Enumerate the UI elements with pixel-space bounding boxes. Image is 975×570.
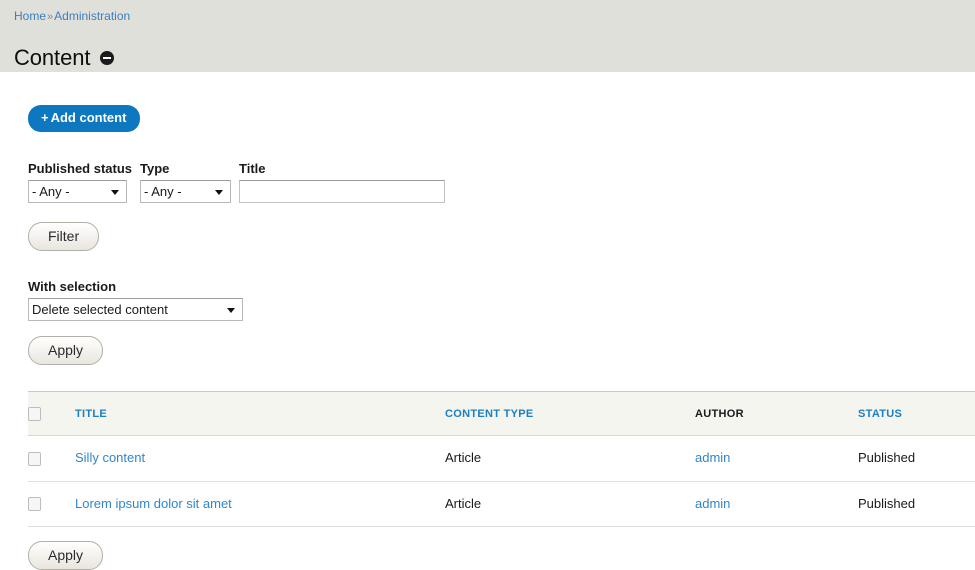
row-checkbox[interactable]: [28, 497, 41, 512]
select-all-header: [28, 391, 75, 436]
add-content-label: Add content: [50, 110, 127, 125]
content-title-link[interactable]: Lorem ipsum dolor sit amet: [75, 496, 232, 511]
page-title: Content: [14, 44, 91, 70]
breadcrumb: Home»Administration: [14, 9, 975, 24]
table-row: Lorem ipsum dolor sit amet Article admin…: [28, 481, 975, 528]
table-head: TITLE CONTENT TYPE AUTHOR STATUS: [28, 391, 975, 436]
breadcrumb-link-home[interactable]: Home: [14, 9, 46, 23]
author-link[interactable]: admin: [695, 450, 730, 465]
breadcrumb-link-administration[interactable]: Administration: [54, 9, 130, 23]
table-body: Silly content Article admin Published Lo…: [28, 435, 975, 528]
content-table: TITLE CONTENT TYPE AUTHOR STATUS Silly c…: [28, 391, 975, 528]
filter-button-row: Filter: [28, 203, 975, 251]
breadcrumb-separator: »: [47, 11, 54, 23]
bulk-action-select[interactable]: Delete selected content: [28, 298, 243, 321]
type-select[interactable]: - Any -: [140, 180, 232, 203]
page-header-band: Home»Administration Content: [0, 0, 975, 72]
filter-type: Type - Any -: [140, 161, 232, 203]
row-content-type-cell: Article: [445, 481, 695, 528]
filter-row: Published status - Any - Type - Any - Ti…: [28, 161, 975, 203]
row-status-cell: Published: [858, 481, 975, 528]
published-status-label: Published status: [28, 161, 133, 176]
apply-button-bottom[interactable]: Apply: [28, 541, 104, 570]
apply-button-top[interactable]: Apply: [28, 336, 104, 365]
title-input[interactable]: [239, 180, 446, 203]
column-header-title[interactable]: TITLE: [75, 391, 445, 436]
with-selection-label: With selection: [28, 279, 117, 294]
apply-bottom-row: Apply: [28, 527, 975, 570]
main-content: + Add content Published status - Any - Ty…: [0, 72, 975, 570]
column-header-status[interactable]: STATUS: [858, 391, 975, 436]
published-status-select[interactable]: - Any -: [28, 180, 127, 203]
row-select-cell: [28, 481, 75, 528]
table-header-row: TITLE CONTENT TYPE AUTHOR STATUS: [28, 391, 975, 436]
sort-link-title[interactable]: TITLE: [75, 408, 107, 420]
filter-area: Published status - Any - Type - Any - Ti…: [28, 161, 975, 251]
published-status-select-wrap: - Any -: [28, 180, 127, 203]
filter-button[interactable]: Filter: [28, 222, 100, 251]
row-status-cell: Published: [858, 435, 975, 482]
sort-link-status[interactable]: STATUS: [858, 408, 902, 420]
column-header-author: AUTHOR: [695, 391, 858, 436]
sort-link-content-type[interactable]: CONTENT TYPE: [445, 408, 534, 420]
apply-top-row: Apply: [28, 321, 975, 365]
row-content-type-cell: Article: [445, 435, 695, 482]
plus-icon: +: [41, 110, 49, 125]
add-content-button[interactable]: + Add content: [28, 105, 141, 132]
type-label: Type: [140, 161, 170, 176]
row-title-cell: Silly content: [75, 435, 445, 482]
type-select-wrap: - Any -: [140, 180, 232, 203]
content-title-link[interactable]: Silly content: [75, 450, 145, 465]
title-label: Title: [239, 161, 266, 176]
author-link[interactable]: admin: [695, 496, 730, 511]
filter-published-status: Published status - Any -: [28, 161, 132, 203]
column-header-content-type[interactable]: CONTENT TYPE: [445, 391, 695, 436]
filter-title: Title: [239, 161, 446, 203]
minus-circle-icon[interactable]: [100, 50, 115, 65]
select-all-checkbox[interactable]: [28, 407, 41, 421]
row-checkbox[interactable]: [28, 451, 41, 466]
with-selection-area: With selection Delete selected content: [28, 279, 975, 321]
row-select-cell: [28, 435, 75, 482]
row-title-cell: Lorem ipsum dolor sit amet: [75, 481, 445, 528]
row-author-cell: admin: [695, 435, 858, 482]
row-author-cell: admin: [695, 481, 858, 528]
table-row: Silly content Article admin Published: [28, 435, 975, 482]
bulk-action-select-wrap: Delete selected content: [28, 298, 243, 321]
